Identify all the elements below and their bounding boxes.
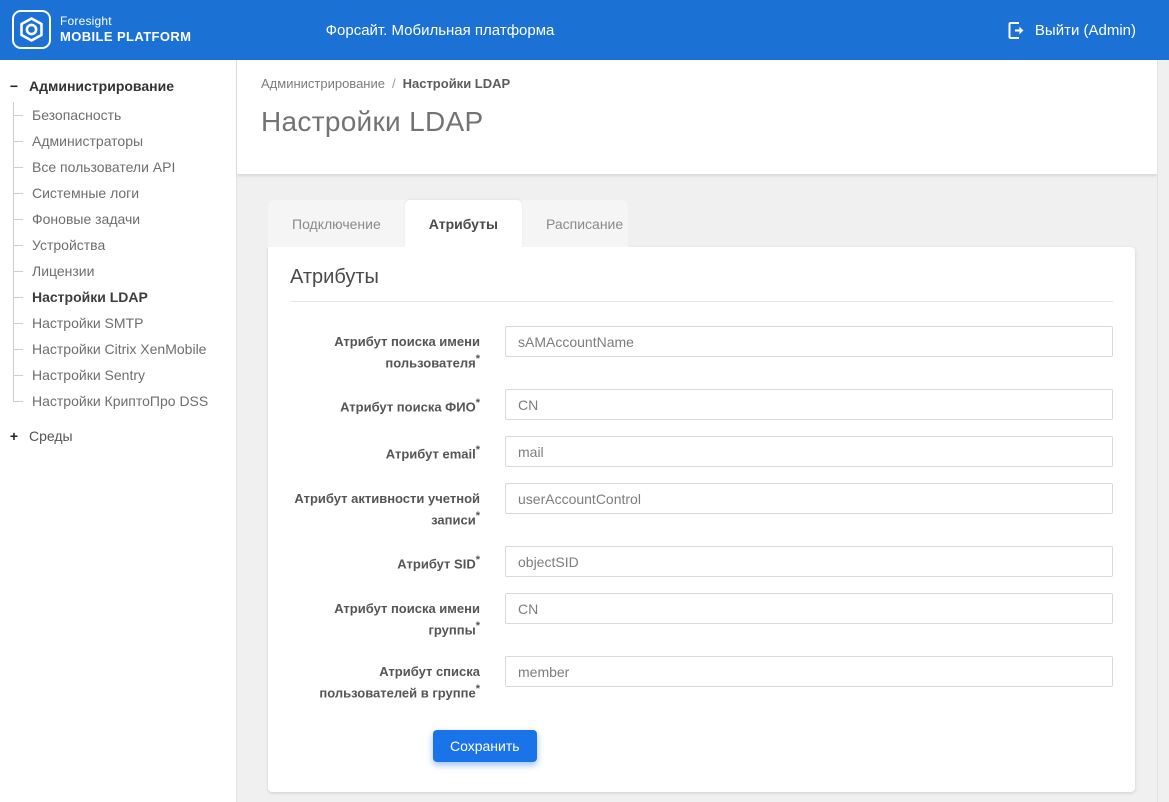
required-asterisk: * [476, 353, 480, 365]
form-field-row: Атрибут SID* [290, 546, 1113, 577]
app-header: Foresight MOBILE PLATFORM Форсайт. Мобил… [0, 0, 1169, 60]
sidebar-item-link[interactable]: Устройства [32, 237, 105, 253]
required-asterisk: * [476, 510, 480, 522]
sidebar-item-link[interactable]: Настройки Sentry [32, 367, 145, 383]
sidebar-item: Все пользователи API [0, 154, 236, 180]
attributes-card: Атрибуты Атрибут поиска имени пользовате… [268, 247, 1135, 792]
sidebar-item: Настройки Sentry [0, 362, 236, 388]
card-heading: Атрибуты [290, 266, 1113, 301]
sidebar-env-label: Среды [29, 428, 73, 444]
form-field-label: Атрибут активности учетной записи* [290, 483, 480, 530]
form-field-input[interactable] [505, 483, 1113, 514]
sidebar-item-administration[interactable]: − Администрирование [0, 70, 236, 100]
sidebar: − Администрирование Безопасность Админис… [0, 60, 237, 802]
sidebar-item: Настройки SMTP [0, 310, 236, 336]
sidebar-item: Лицензии [0, 258, 236, 284]
tab-2[interactable]: Расписание [522, 200, 647, 247]
sidebar-item: Безопасность [0, 102, 236, 128]
sidebar-item-link[interactable]: Фоновые задачи [32, 211, 140, 227]
form-field-row: Атрибут email* [290, 436, 1113, 467]
form-field-row: Атрибут активности учетной записи* [290, 483, 1113, 530]
form-field-label: Атрибут email* [290, 436, 480, 464]
sidebar-item-link[interactable]: Системные логи [32, 185, 139, 201]
header-title: Форсайт. Мобильная платформа [0, 0, 880, 60]
sidebar-item-link[interactable]: Лицензии [32, 263, 94, 279]
required-asterisk: * [476, 683, 480, 695]
page-header-panel: Администрирование / Настройки LDAP Настр… [237, 60, 1157, 174]
breadcrumb: Администрирование / Настройки LDAP [261, 76, 1157, 91]
sidebar-item: Настройки Citrix XenMobile [0, 336, 236, 362]
tabstrip: Подключение Атрибуты Расписание [268, 200, 628, 247]
form-field-row: Атрибут поиска имени группы* [290, 593, 1113, 640]
form-field-row: Атрибут поиска ФИО* [290, 389, 1113, 420]
breadcrumb-separator: / [392, 76, 396, 91]
main-area: Администрирование / Настройки LDAP Настр… [237, 60, 1157, 802]
form-field-input[interactable] [505, 656, 1113, 687]
form-field-label: Атрибут поиска имени пользователя* [290, 326, 480, 373]
sidebar-root-label: Администрирование [29, 78, 174, 94]
page-title: Настройки LDAP [261, 106, 1157, 138]
collapse-icon[interactable]: − [8, 79, 20, 93]
sidebar-item-link[interactable]: Настройки КриптоПро DSS [32, 393, 208, 409]
required-asterisk: * [476, 397, 480, 409]
breadcrumb-parent-link[interactable]: Администрирование [261, 76, 385, 91]
logout-icon [1008, 22, 1025, 39]
tab-1[interactable]: Атрибуты [405, 200, 522, 247]
ldap-attributes-form: Атрибут поиска имени пользователя* Атриб… [290, 326, 1113, 703]
button-row: Сохранить [433, 730, 1113, 762]
logout-button[interactable]: Выйти (Admin) [1008, 0, 1136, 60]
required-asterisk: * [476, 620, 480, 632]
form-field-row: Атрибут поиска имени пользователя* [290, 326, 1113, 373]
form-field-label: Атрибут поиска имени группы* [290, 593, 480, 640]
form-field-label: Атрибут списка пользователей в группе* [290, 656, 480, 703]
card-divider [290, 301, 1113, 302]
sidebar-menu: Безопасность Администраторы Все пользова… [0, 102, 236, 414]
form-field-row: Атрибут списка пользователей в группе* [290, 656, 1113, 703]
sidebar-item: Устройства [0, 232, 236, 258]
sidebar-item-environments[interactable]: + Среды [0, 414, 236, 450]
app-window: Foresight MOBILE PLATFORM Форсайт. Мобил… [0, 0, 1169, 802]
sidebar-item: Фоновые задачи [0, 206, 236, 232]
form-field-label: Атрибут поиска ФИО* [290, 389, 480, 417]
sidebar-item-link[interactable]: Настройки SMTP [32, 315, 143, 331]
save-button[interactable]: Сохранить [433, 730, 537, 762]
expand-icon[interactable]: + [8, 429, 20, 443]
breadcrumb-current: Настройки LDAP [403, 76, 511, 91]
sidebar-item-link[interactable]: Администраторы [32, 133, 143, 149]
scrollbar-track[interactable] [1157, 60, 1169, 802]
sidebar-item: Настройки КриптоПро DSS [0, 388, 236, 414]
sidebar-item-link[interactable]: Безопасность [32, 107, 121, 123]
form-field-label: Атрибут SID* [290, 546, 480, 574]
required-asterisk: * [476, 554, 480, 566]
form-field-input[interactable] [505, 593, 1113, 624]
form-field-input[interactable] [505, 436, 1113, 467]
content-area: Подключение Атрибуты Расписание Атрибуты… [237, 174, 1157, 792]
sidebar-item-link[interactable]: Все пользователи API [32, 159, 175, 175]
form-field-input[interactable] [505, 389, 1113, 420]
sidebar-item-link[interactable]: Настройки Citrix XenMobile [32, 341, 206, 357]
tab-0[interactable]: Подключение [268, 200, 405, 247]
sidebar-item: Администраторы [0, 128, 236, 154]
required-asterisk: * [476, 444, 480, 456]
form-field-input[interactable] [505, 546, 1113, 577]
sidebar-item: Настройки LDAP [0, 284, 236, 310]
sidebar-item-link[interactable]: Настройки LDAP [32, 289, 148, 305]
sidebar-item: Системные логи [0, 180, 236, 206]
form-field-input[interactable] [505, 326, 1113, 357]
logout-label: Выйти (Admin) [1035, 22, 1136, 39]
